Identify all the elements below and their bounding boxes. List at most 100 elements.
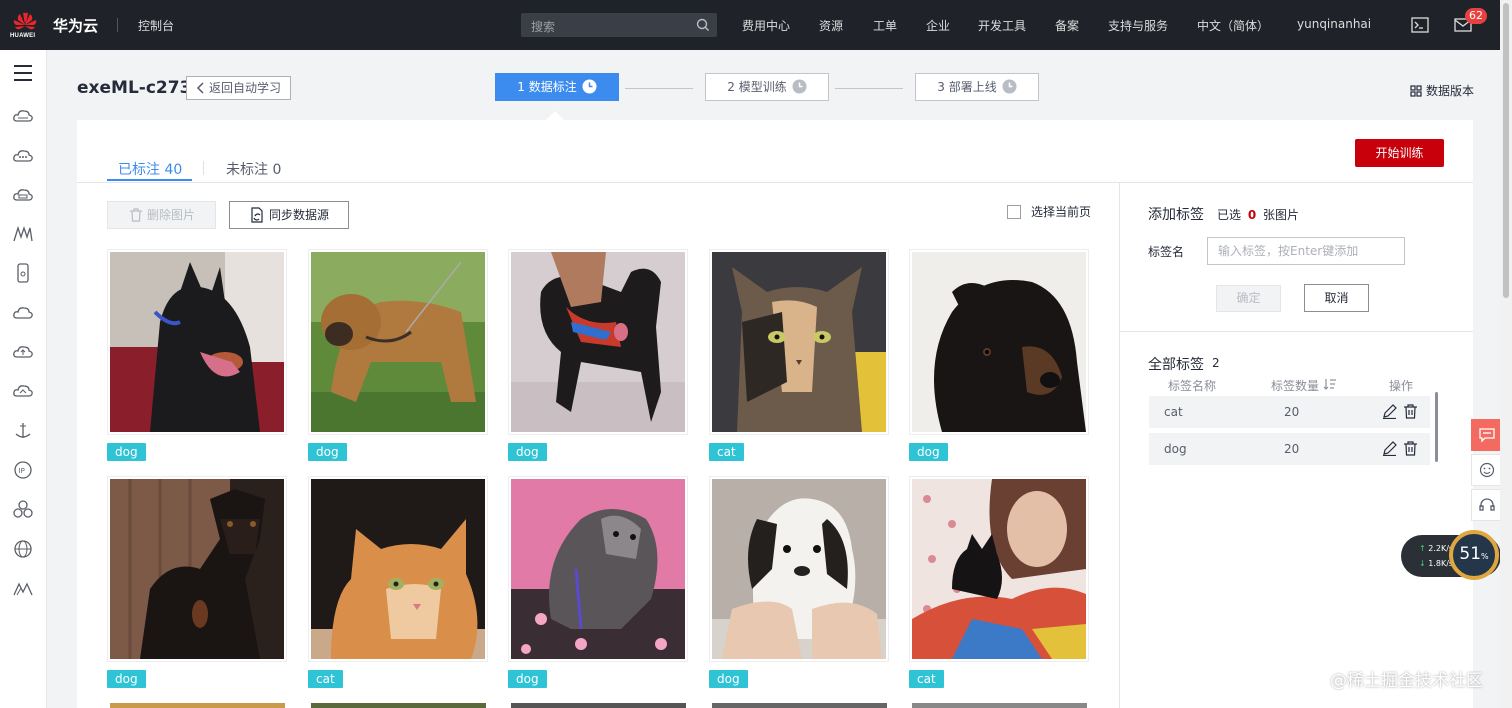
nav-billing[interactable]: 费用中心 bbox=[742, 17, 790, 34]
image-card-partial[interactable] bbox=[511, 703, 686, 708]
nav-icp-filing[interactable]: 备案 bbox=[1055, 17, 1079, 34]
svg-text:IP: IP bbox=[19, 467, 25, 475]
image-card[interactable] bbox=[308, 476, 488, 662]
feedback-button[interactable] bbox=[1471, 419, 1503, 451]
edit-icon[interactable] bbox=[1382, 404, 1397, 419]
grid-icon bbox=[1410, 85, 1422, 97]
cloud-icon[interactable] bbox=[12, 302, 34, 324]
image-card[interactable] bbox=[909, 476, 1089, 662]
image-card-partial[interactable] bbox=[110, 703, 285, 708]
search-input[interactable]: 搜索 bbox=[521, 13, 717, 37]
cat-photo bbox=[712, 252, 886, 432]
start-training-button[interactable]: 开始训练 bbox=[1355, 139, 1444, 167]
tab-labeled[interactable]: 已标注 40 bbox=[118, 159, 182, 179]
image-card[interactable] bbox=[107, 249, 287, 435]
label-name-input[interactable]: 输入标签，按Enter键添加 bbox=[1207, 237, 1405, 265]
image-card-partial[interactable] bbox=[912, 703, 1087, 708]
sync-data-source-button[interactable]: 同步数据源 bbox=[229, 201, 349, 229]
mobile-icon[interactable] bbox=[12, 262, 34, 284]
nav-tickets[interactable]: 工单 bbox=[873, 17, 897, 34]
user-menu[interactable]: yunqinanhai bbox=[1297, 17, 1371, 31]
image-card[interactable] bbox=[308, 249, 488, 435]
sync-label: 同步数据源 bbox=[269, 208, 330, 222]
trash-icon[interactable] bbox=[1403, 441, 1418, 456]
network-speed-widget[interactable]: ↑ 2.2K/s ↓ 1.8K/s 51% bbox=[1401, 530, 1501, 580]
globe-icon[interactable] bbox=[12, 538, 34, 560]
confirm-button[interactable]: 确定 bbox=[1216, 285, 1281, 312]
chat-icon bbox=[1479, 428, 1495, 443]
selected-count: 0 bbox=[1247, 208, 1257, 222]
dog-photo bbox=[110, 479, 284, 659]
trash-icon[interactable] bbox=[1403, 404, 1418, 419]
image-card[interactable] bbox=[909, 249, 1089, 435]
menu-icon[interactable] bbox=[12, 62, 34, 84]
cloud-dots-icon[interactable] bbox=[12, 145, 34, 167]
cluster-icon[interactable] bbox=[12, 498, 34, 520]
checkbox[interactable] bbox=[1007, 205, 1021, 219]
step-data-labeling[interactable]: 1 数据标注 bbox=[495, 73, 619, 101]
nav-resources[interactable]: 资源 bbox=[819, 17, 843, 34]
analytics-icon[interactable] bbox=[12, 578, 34, 600]
image-card[interactable] bbox=[709, 476, 889, 662]
data-version-label: 数据版本 bbox=[1426, 84, 1475, 98]
dog-photo bbox=[511, 252, 685, 432]
nav-support[interactable]: 支持与服务 bbox=[1108, 17, 1168, 34]
page-scrollbar[interactable] bbox=[1500, 0, 1512, 708]
headset-icon bbox=[1479, 498, 1495, 511]
column-header-label-name: 标签名称 bbox=[1168, 379, 1217, 393]
label-name-label: 标签名 bbox=[1148, 245, 1185, 259]
image-label-tag: cat bbox=[308, 670, 343, 688]
image-card-partial[interactable] bbox=[712, 703, 887, 708]
ip-icon[interactable]: IP bbox=[12, 459, 34, 481]
cpu-usage-gauge: 51% bbox=[1449, 530, 1499, 580]
console-link[interactable]: 控制台 bbox=[138, 17, 174, 34]
customer-service-button[interactable] bbox=[1471, 489, 1503, 521]
image-card[interactable] bbox=[709, 249, 889, 435]
step-model-training[interactable]: 2 模型训练 bbox=[705, 73, 829, 101]
cancel-button[interactable]: 取消 bbox=[1304, 284, 1369, 312]
message-count-badge: 62 bbox=[1465, 8, 1487, 24]
clock-icon bbox=[582, 79, 597, 94]
anchor-icon[interactable] bbox=[12, 420, 34, 442]
image-card[interactable] bbox=[508, 476, 688, 662]
top-navbar: HUAWEI 华为云 控制台 搜索 费用中心 资源 工单 企业 开发工具 备案 … bbox=[0, 0, 1500, 50]
cloud-server-icon[interactable] bbox=[12, 105, 34, 127]
smile-icon bbox=[1479, 462, 1495, 478]
data-version-link[interactable]: 数据版本 bbox=[1410, 82, 1474, 99]
image-card-partial[interactable] bbox=[311, 703, 486, 708]
watermark: @稀土掘金技术社区 bbox=[1330, 671, 1483, 691]
image-label-tag: cat bbox=[909, 670, 944, 688]
back-to-automl-button[interactable]: 返回自动学习 bbox=[186, 76, 291, 100]
cloud-upload-icon[interactable] bbox=[12, 341, 34, 363]
sort-icon[interactable] bbox=[1323, 378, 1337, 390]
satisfaction-button[interactable] bbox=[1471, 454, 1503, 486]
terminal-icon[interactable] bbox=[1411, 17, 1429, 33]
brand-name[interactable]: 华为云 bbox=[53, 15, 98, 36]
selected-suffix: 张图片 bbox=[1263, 208, 1300, 222]
language-selector[interactable]: 中文（简体） bbox=[1197, 17, 1269, 34]
panel-divider bbox=[1119, 183, 1120, 708]
cat-photo bbox=[311, 479, 485, 659]
labels-scrollbar[interactable] bbox=[1435, 392, 1438, 462]
all-labels-title: 全部标签 bbox=[1148, 357, 1204, 373]
tab-unlabeled[interactable]: 未标注 0 bbox=[226, 159, 281, 179]
edit-icon[interactable] bbox=[1382, 441, 1397, 456]
delete-images-button[interactable]: 删除图片 bbox=[107, 201, 216, 229]
image-label-tag: dog bbox=[107, 670, 146, 688]
nav-enterprise[interactable]: 企业 bbox=[926, 17, 950, 34]
select-current-page-checkbox[interactable]: 选择当前页 bbox=[1007, 203, 1091, 220]
modelarts-icon[interactable] bbox=[12, 223, 34, 245]
page-scrollbar-thumb[interactable] bbox=[1503, 3, 1509, 298]
nav-dev-tools[interactable]: 开发工具 bbox=[978, 17, 1026, 34]
column-header-actions: 操作 bbox=[1389, 379, 1414, 393]
column-header-label-count: 标签数量 bbox=[1271, 379, 1320, 393]
all-labels-count: 2 bbox=[1212, 356, 1220, 370]
cloud-storage-icon[interactable] bbox=[12, 184, 34, 206]
section-divider bbox=[1120, 331, 1473, 332]
image-card[interactable] bbox=[508, 249, 688, 435]
cloud-network-icon[interactable] bbox=[12, 380, 34, 402]
sync-file-icon bbox=[251, 207, 263, 223]
step-deploy[interactable]: 3 部署上线 bbox=[915, 73, 1039, 101]
image-card[interactable] bbox=[107, 476, 287, 662]
search-icon[interactable] bbox=[695, 17, 711, 33]
